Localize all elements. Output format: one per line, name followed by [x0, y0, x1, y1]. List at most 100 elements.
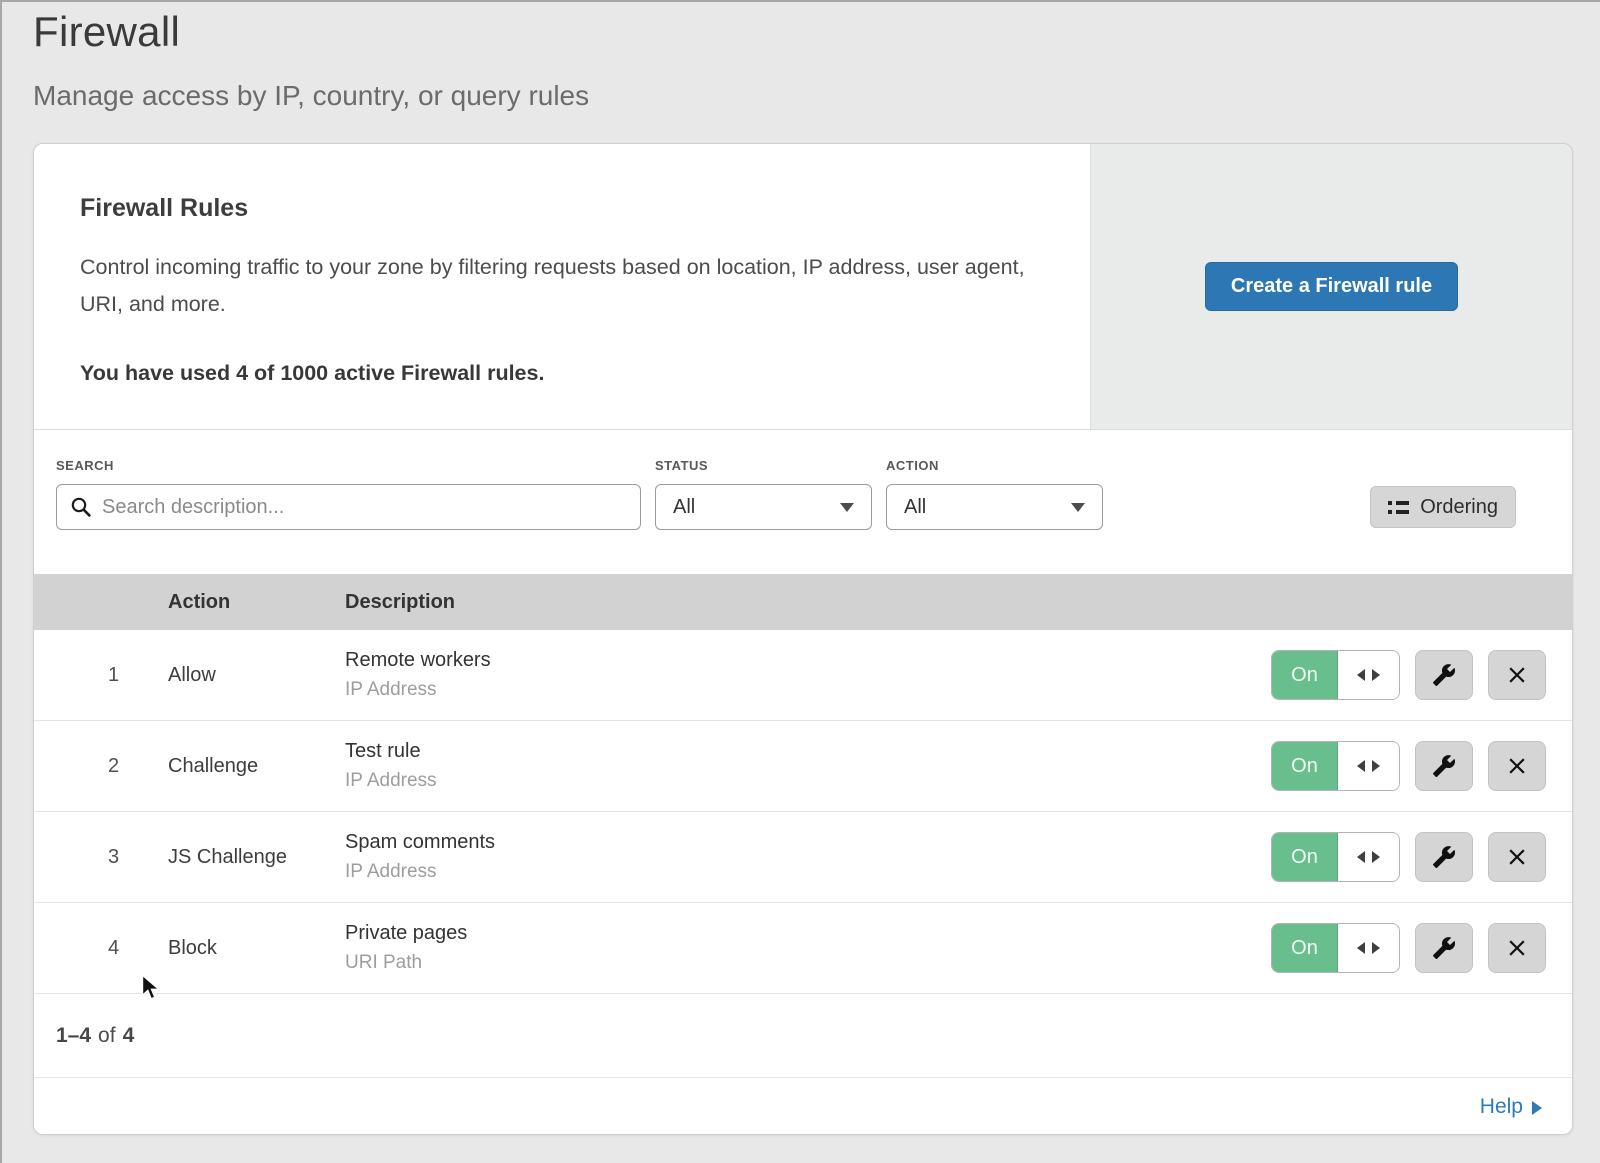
help-label: Help [1480, 1095, 1523, 1119]
triangle-right-icon [1372, 851, 1380, 863]
table-row: 1 Allow Remote workers IP Address On [34, 630, 1572, 721]
rule-description: Private pages [345, 922, 1271, 945]
table-row: 2 Challenge Test rule IP Address On [34, 721, 1572, 812]
ordering-button[interactable]: Ordering [1370, 486, 1516, 528]
wrench-icon [1432, 936, 1456, 960]
usage-summary: You have used 4 of 1000 active Firewall … [80, 361, 1030, 386]
action-selected-value: All [904, 496, 926, 519]
rule-description: Remote workers [345, 649, 1271, 672]
edit-rule-button[interactable] [1415, 923, 1473, 973]
rule-action: JS Challenge [168, 846, 345, 869]
status-select[interactable]: All [655, 484, 872, 530]
search-input[interactable] [102, 496, 627, 519]
delete-rule-button[interactable] [1488, 832, 1546, 882]
wrench-icon [1432, 845, 1456, 869]
toggle-arrows-icon[interactable] [1338, 924, 1399, 972]
toggle-on-label[interactable]: On [1272, 651, 1338, 699]
page-subtitle: Manage access by IP, country, or query r… [33, 80, 1600, 112]
rule-priority: 3 [34, 846, 168, 869]
chevron-down-icon [840, 503, 854, 512]
description-column-header: Description [345, 591, 1572, 614]
action-filter-group: ACTION All [886, 458, 1103, 574]
delete-rule-button[interactable] [1488, 741, 1546, 791]
ordered-list-icon [1388, 501, 1409, 514]
rule-enabled-toggle[interactable]: On [1271, 650, 1400, 700]
toggle-on-label[interactable]: On [1272, 924, 1338, 972]
triangle-left-icon [1357, 851, 1365, 863]
help-footer: Help [34, 1078, 1572, 1135]
status-label: STATUS [655, 458, 872, 473]
wrench-icon [1432, 754, 1456, 778]
rule-description-cell: Spam comments IP Address [345, 831, 1271, 883]
page-title: Firewall [33, 8, 1600, 56]
triangle-right-icon [1372, 669, 1380, 681]
rule-description: Test rule [345, 740, 1271, 763]
edit-rule-button[interactable] [1415, 741, 1473, 791]
close-icon [1504, 844, 1530, 870]
rule-priority: 1 [34, 664, 168, 687]
delete-rule-button[interactable] [1488, 923, 1546, 973]
rule-description: Spam comments [345, 831, 1271, 854]
toggle-on-label[interactable]: On [1272, 742, 1338, 790]
filter-bar: SEARCH STATUS All ACTION All [34, 430, 1572, 574]
pagination: 1–4 of 4 [34, 994, 1572, 1078]
rule-priority: 4 [34, 937, 168, 960]
close-icon [1504, 935, 1530, 961]
overview-section: Firewall Rules Control incoming traffic … [34, 144, 1572, 430]
table-row: 4 Block Private pages URI Path On [34, 903, 1572, 994]
toggle-arrows-icon[interactable] [1338, 742, 1399, 790]
wrench-icon [1432, 663, 1456, 687]
rule-description-cell: Private pages URI Path [345, 922, 1271, 974]
rule-action: Block [168, 937, 345, 960]
firewall-rules-panel: Firewall Rules Control incoming traffic … [33, 143, 1573, 1135]
search-icon [70, 496, 92, 518]
table-header: Action Description [34, 574, 1572, 630]
rule-enabled-toggle[interactable]: On [1271, 741, 1400, 791]
create-rule-area: Create a Firewall rule [1091, 144, 1572, 429]
pagination-separator: of [98, 1024, 116, 1048]
help-link[interactable]: Help [1480, 1095, 1542, 1119]
create-firewall-rule-button[interactable]: Create a Firewall rule [1205, 262, 1458, 311]
triangle-right-icon [1372, 760, 1380, 772]
rule-description-cell: Remote workers IP Address [345, 649, 1271, 701]
table-row: 3 JS Challenge Spam comments IP Address … [34, 812, 1572, 903]
rule-controls: On [1271, 650, 1572, 700]
rule-enabled-toggle[interactable]: On [1271, 832, 1400, 882]
chevron-down-icon [1071, 503, 1085, 512]
triangle-left-icon [1357, 669, 1365, 681]
toggle-on-label[interactable]: On [1272, 833, 1338, 881]
card-title: Firewall Rules [80, 194, 1030, 223]
rule-controls: On [1271, 832, 1572, 882]
toggle-arrows-icon[interactable] [1338, 833, 1399, 881]
page-header: Firewall Manage access by IP, country, o… [0, 0, 1600, 112]
rule-match-type: IP Address [345, 679, 1271, 701]
overview-text-block: Firewall Rules Control incoming traffic … [34, 144, 1091, 429]
rule-match-type: IP Address [345, 861, 1271, 883]
action-column-header: Action [168, 591, 345, 614]
rule-controls: On [1271, 923, 1572, 973]
rule-enabled-toggle[interactable]: On [1271, 923, 1400, 973]
triangle-left-icon [1357, 942, 1365, 954]
close-icon [1504, 662, 1530, 688]
delete-rule-button[interactable] [1488, 650, 1546, 700]
toggle-arrows-icon[interactable] [1338, 651, 1399, 699]
edit-rule-button[interactable] [1415, 650, 1473, 700]
search-box[interactable] [56, 484, 641, 530]
pagination-total: 4 [123, 1024, 135, 1048]
action-select[interactable]: All [886, 484, 1103, 530]
action-label: ACTION [886, 458, 1103, 473]
pagination-range: 1–4 [56, 1024, 91, 1048]
rule-controls: On [1271, 741, 1572, 791]
triangle-left-icon [1357, 760, 1365, 772]
edit-rule-button[interactable] [1415, 832, 1473, 882]
rule-action: Challenge [168, 755, 345, 778]
rule-match-type: IP Address [345, 770, 1271, 792]
rules-list: 1 Allow Remote workers IP Address On [34, 630, 1572, 994]
rule-action: Allow [168, 664, 345, 687]
ordering-button-label: Ordering [1420, 496, 1498, 519]
card-description: Control incoming traffic to your zone by… [80, 249, 1030, 323]
rule-description-cell: Test rule IP Address [345, 740, 1271, 792]
rule-match-type: URI Path [345, 952, 1271, 974]
rule-priority: 2 [34, 755, 168, 778]
search-group: SEARCH [56, 458, 641, 574]
